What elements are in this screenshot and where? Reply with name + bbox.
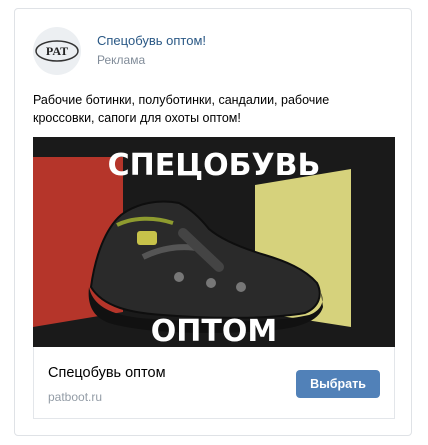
svg-text:PAT: PAT [46, 44, 68, 58]
sponsor-name-link[interactable]: Спецобувь оптом! [97, 33, 206, 48]
creative-headline-bottom: ОПТОМ [151, 314, 277, 347]
pat-logo-icon: PAT [35, 40, 79, 62]
creative-headline-top: СПЕЦОБУВЬ [108, 148, 321, 183]
ad-post-card: PAT Спецобувь оптом! Реклама Рабочие бот… [14, 8, 412, 436]
sponsor-avatar[interactable]: PAT [33, 27, 81, 75]
ad-label: Реклама [97, 53, 146, 67]
link-title[interactable]: Спецобувь оптом [48, 365, 166, 381]
link-domain: patboot.ru [48, 390, 103, 404]
choose-button[interactable]: Выбрать [296, 370, 380, 398]
ad-creative-image[interactable]: СПЕЦОБУВЬ ОПТОМ [33, 137, 395, 347]
link-snippet[interactable]: Спецобувь оптом patboot.ru Выбрать [33, 347, 395, 419]
post-text: Рабочие ботинки, полуботинки, сандалии, … [33, 93, 330, 125]
